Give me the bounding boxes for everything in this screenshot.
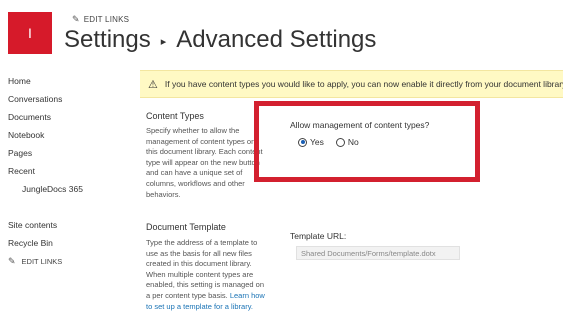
content-types-title: Content Types — [146, 111, 204, 121]
highlight-box — [254, 101, 480, 182]
sidebar-item-documents[interactable]: Documents — [8, 110, 83, 128]
edit-links-top[interactable]: ✎ EDIT LINKS — [72, 14, 129, 25]
page-title: Settings ▸ Advanced Settings — [64, 26, 376, 54]
sidebar-item-recycle-bin[interactable]: Recycle Bin — [8, 236, 83, 254]
status-banner-text: If you have content types you would like… — [164, 79, 563, 89]
edit-links-label: EDIT LINKS — [83, 15, 130, 24]
content-types-description: Specify whether to allow the management … — [146, 126, 263, 199]
sidebar-item-pages[interactable]: Pages — [8, 146, 83, 164]
status-banner: ⚠ If you have content types you would li… — [140, 70, 563, 98]
warning-icon: ⚠ — [148, 78, 158, 91]
content-types-section: Content Types Specify whether to allow t… — [146, 111, 266, 200]
sidebar-item-conversations[interactable]: Conversations — [8, 92, 83, 110]
pencil-icon: ✎ — [8, 256, 16, 266]
sidebar-item-site-contents[interactable]: Site contents — [8, 218, 83, 236]
sidebar-item-notebook[interactable]: Notebook — [8, 128, 83, 146]
sidebar-item-home[interactable]: Home — [8, 74, 83, 92]
pencil-icon: ✎ — [72, 14, 80, 24]
sidebar-edit-links[interactable]: ✎ EDIT LINKS — [8, 256, 83, 267]
document-template-description-block: Type the address of a template to use as… — [146, 238, 266, 312]
site-logo[interactable]: I — [8, 12, 52, 54]
template-url-label: Template URL: — [290, 231, 347, 241]
sidebar-item-recent[interactable]: Recent — [8, 164, 83, 182]
sidebar-edit-links-label: EDIT LINKS — [21, 257, 63, 266]
logo-letter: I — [28, 25, 32, 41]
breadcrumb-settings[interactable]: Settings — [64, 26, 151, 54]
breadcrumb-advanced-settings: Advanced Settings — [176, 26, 377, 53]
document-template-section: Document Template Type the address of a … — [146, 222, 266, 312]
quick-launch-nav: Home Conversations Documents Notebook Pa… — [8, 74, 83, 267]
template-url-input[interactable]: Shared Documents/Forms/template.dotx — [296, 246, 460, 260]
sidebar-item-jungledocs[interactable]: JungleDocs 365 — [8, 182, 83, 200]
breadcrumb-separator-icon: ▸ — [160, 35, 167, 48]
document-template-title: Document Template — [146, 222, 226, 232]
